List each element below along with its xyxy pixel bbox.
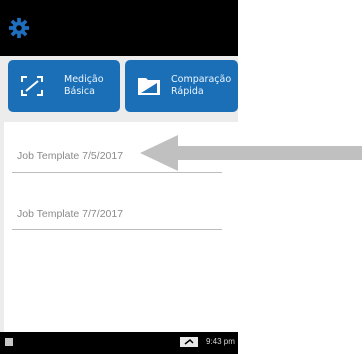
compare-icon	[138, 78, 160, 95]
status-time: 9:43 pm	[206, 337, 235, 346]
pointer-arrow-icon	[140, 135, 362, 171]
mode-button-row: Medição Básica Comparação Rápida	[0, 56, 238, 116]
divider	[12, 229, 222, 230]
top-bar	[0, 0, 238, 56]
quick-comparison-label-line1: Comparação	[171, 74, 232, 85]
notification-icon	[5, 338, 13, 346]
app-screen: Medição Básica Comparação Rápida Job Tem…	[0, 0, 238, 354]
job-template-item[interactable]: Job Template 7/5/2017	[17, 150, 123, 162]
basic-measurement-label-line2: Básica	[64, 86, 95, 97]
quick-comparison-button[interactable]: Comparação Rápida	[125, 60, 238, 112]
quick-comparison-label-line2: Rápida	[171, 86, 204, 97]
basic-measurement-button[interactable]: Medição Básica	[8, 60, 120, 112]
screen-icon	[180, 337, 198, 347]
job-template-item[interactable]: Job Template 7/7/2017	[17, 208, 123, 220]
basic-measurement-label-line1: Medição	[64, 74, 104, 85]
measure-icon	[21, 76, 43, 96]
gear-icon[interactable]	[8, 17, 30, 39]
status-bar: 9:43 pm	[0, 332, 238, 354]
